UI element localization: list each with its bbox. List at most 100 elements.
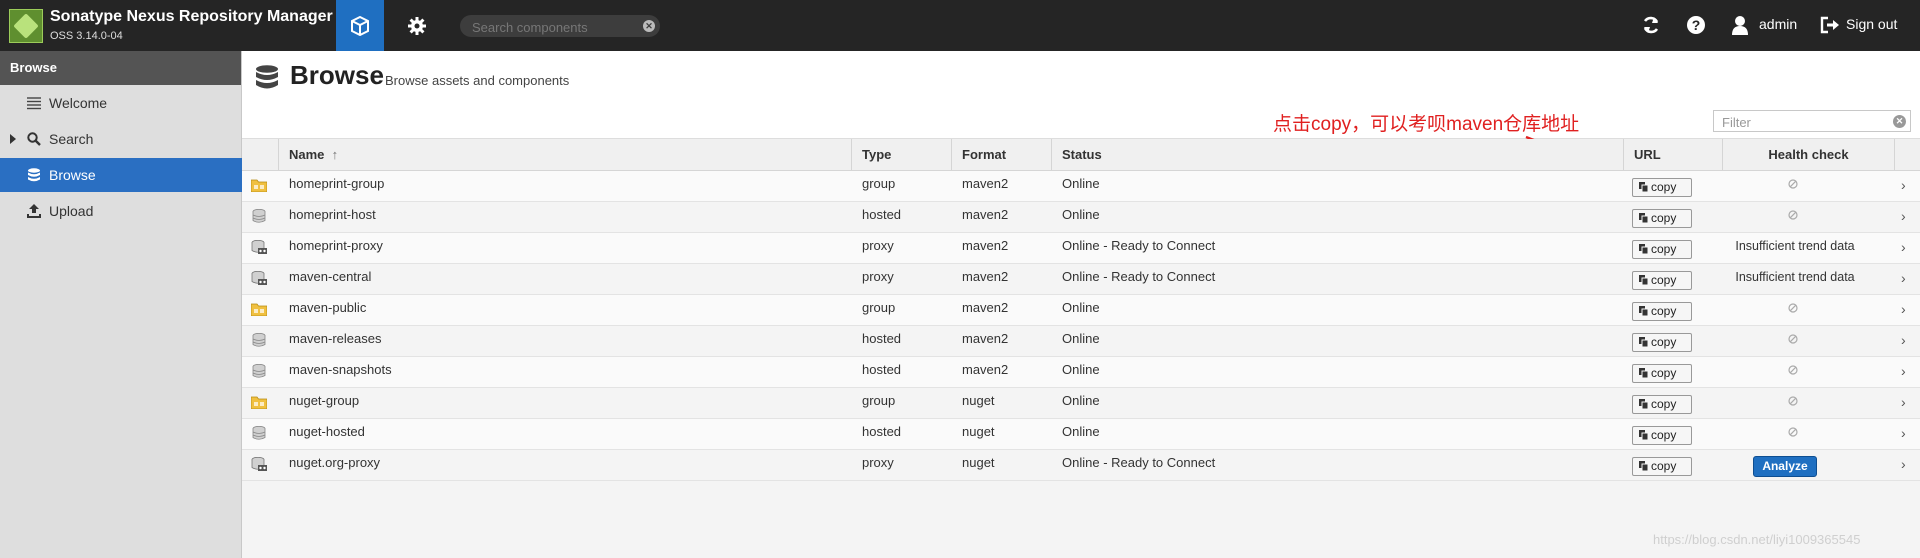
chevron-right-icon[interactable]: ›: [1901, 455, 1906, 473]
repository-name: maven-central: [289, 269, 372, 284]
column-header-type[interactable]: Type: [852, 139, 952, 170]
copy-icon: [1639, 368, 1648, 378]
search-components-input[interactable]: [470, 16, 634, 38]
table-row[interactable]: homeprint-host hosted maven2 Online copy ›: [242, 202, 1920, 233]
repositories-grid: Name ↑ Type Format Status URL Health che…: [242, 139, 1920, 481]
column-header-label: Type: [862, 147, 892, 162]
chevron-right-icon[interactable]: ›: [1901, 269, 1906, 287]
repository-type: hosted: [862, 331, 902, 346]
copy-url-button[interactable]: copy: [1632, 302, 1692, 321]
welcome-list-icon: [27, 97, 41, 110]
copy-label: copy: [1651, 335, 1677, 349]
repository-status: Online - Ready to Connect: [1062, 455, 1216, 470]
repository-type: hosted: [862, 207, 902, 222]
not-available-icon: [1788, 396, 1798, 406]
copy-icon: [1639, 275, 1648, 285]
page-title: Browse: [290, 60, 384, 90]
hosted-database-icon: [252, 333, 266, 347]
repository-type: proxy: [862, 455, 894, 470]
chevron-right-icon[interactable]: ›: [1901, 176, 1906, 194]
copy-url-button[interactable]: copy: [1632, 178, 1692, 197]
table-row[interactable]: homeprint-proxy proxy maven2 Online - Ready…: [242, 233, 1920, 264]
not-available-icon: [1788, 427, 1798, 437]
cube-icon: [351, 15, 369, 36]
repository-format: nuget: [962, 393, 995, 408]
repository-type: hosted: [862, 424, 902, 439]
administration-mode-button[interactable]: [393, 0, 441, 51]
chevron-right-icon[interactable]: ›: [1901, 238, 1906, 256]
repository-type: proxy: [862, 238, 894, 253]
copy-url-button[interactable]: copy: [1632, 364, 1692, 383]
grid-body: homeprint-group group maven2 Online copy › hom…: [242, 171, 1920, 481]
expand-triangle-icon[interactable]: [10, 134, 16, 144]
database-icon: [256, 65, 278, 89]
sign-out-icon[interactable]: [1819, 14, 1841, 36]
column-header-url[interactable]: URL: [1624, 139, 1723, 170]
chevron-right-icon[interactable]: ›: [1901, 331, 1906, 349]
repository-format: maven2: [962, 238, 1009, 253]
sidebar-item-upload[interactable]: Upload: [0, 194, 242, 228]
filter-input[interactable]: [1720, 113, 1884, 131]
repository-status: Online: [1062, 362, 1100, 377]
chevron-right-icon[interactable]: ›: [1901, 424, 1906, 442]
copy-url-button[interactable]: copy: [1632, 209, 1692, 228]
copy-url-button[interactable]: copy: [1632, 240, 1692, 259]
search-clear-icon[interactable]: ✕: [643, 20, 655, 32]
hosted-database-icon: [252, 426, 266, 440]
repository-name: maven-public: [289, 300, 367, 315]
table-row[interactable]: homeprint-group group maven2 Online copy ›: [242, 171, 1920, 202]
column-header-name[interactable]: Name ↑: [279, 139, 852, 170]
column-header-format[interactable]: Format: [952, 139, 1052, 170]
browse-mode-button[interactable]: [336, 0, 384, 51]
chevron-right-icon[interactable]: ›: [1901, 362, 1906, 380]
user-name[interactable]: admin: [1759, 16, 1797, 32]
table-row[interactable]: nuget-hosted hosted nuget Online copy ›: [242, 419, 1920, 450]
filter-clear-icon[interactable]: ✕: [1893, 115, 1906, 128]
not-available-icon: [1788, 303, 1798, 313]
table-row[interactable]: nuget.org-proxy proxy nuget Online - Ready …: [242, 450, 1920, 481]
copy-url-button[interactable]: copy: [1632, 395, 1692, 414]
table-row[interactable]: maven-releases hosted maven2 Online copy ›: [242, 326, 1920, 357]
copy-url-button[interactable]: copy: [1632, 333, 1692, 352]
sidebar-item-browse[interactable]: Browse: [0, 158, 242, 192]
column-header-label: URL: [1634, 147, 1661, 162]
copy-label: copy: [1651, 242, 1677, 256]
sign-out-link[interactable]: Sign out: [1846, 16, 1897, 32]
copy-url-button[interactable]: copy: [1632, 426, 1692, 445]
user-icon[interactable]: [1729, 14, 1751, 36]
table-row[interactable]: maven-central proxy maven2 Online - Ready t…: [242, 264, 1920, 295]
table-row[interactable]: maven-public group maven2 Online copy ›: [242, 295, 1920, 326]
refresh-icon[interactable]: [1640, 14, 1662, 36]
chevron-right-icon[interactable]: ›: [1901, 300, 1906, 318]
table-row[interactable]: nuget-group group nuget Online copy ›: [242, 388, 1920, 419]
column-header-health-check[interactable]: Health check: [1723, 139, 1895, 170]
column-header-label: Health check: [1768, 147, 1849, 162]
hosted-database-icon: [252, 364, 266, 378]
chevron-right-icon[interactable]: ›: [1901, 207, 1906, 225]
health-check-text: Insufficient trend data: [1735, 239, 1855, 253]
health-check-text: Insufficient trend data: [1735, 270, 1855, 284]
copy-icon: [1639, 430, 1648, 440]
copy-url-button[interactable]: copy: [1632, 457, 1692, 476]
analyze-button[interactable]: Analyze: [1753, 456, 1817, 477]
copy-icon: [1639, 337, 1648, 347]
not-available-icon: [1788, 210, 1798, 220]
sort-ascending-icon: ↑: [328, 147, 339, 162]
page-subtitle: Browse assets and components: [385, 73, 570, 88]
sidebar-item-welcome[interactable]: Welcome: [0, 86, 242, 120]
copy-url-button[interactable]: copy: [1632, 271, 1692, 290]
repository-format: nuget: [962, 424, 995, 439]
column-header-status[interactable]: Status: [1052, 139, 1624, 170]
nexus-logo-icon: [9, 9, 43, 43]
table-row[interactable]: maven-snapshots hosted maven2 Online copy ›: [242, 357, 1920, 388]
copy-icon: [1639, 244, 1648, 254]
repository-name: homeprint-group: [289, 176, 385, 191]
repository-status: Online: [1062, 207, 1100, 222]
copy-icon: [1639, 461, 1648, 471]
chevron-right-icon[interactable]: ›: [1901, 393, 1906, 411]
help-icon[interactable]: ?: [1685, 14, 1707, 36]
sidebar-item-label: Welcome: [49, 95, 108, 111]
repository-name: maven-snapshots: [289, 362, 392, 377]
group-folder-icon: [251, 179, 267, 192]
sidebar-item-search[interactable]: Search: [0, 122, 242, 156]
